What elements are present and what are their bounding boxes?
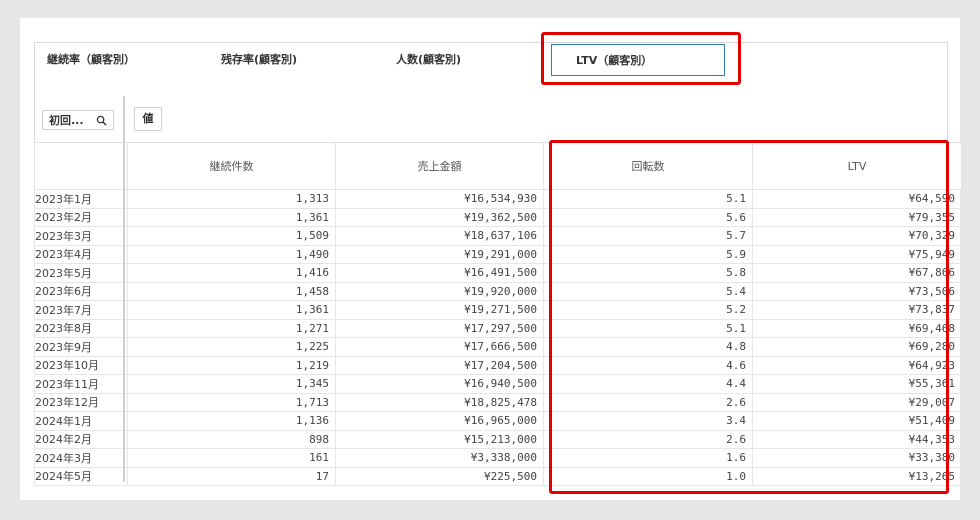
table-cell[interactable]: 1,361	[127, 207, 336, 227]
sheet-tabs: 継続率（顧客別） 残存率(顧客別) 人数(顧客別) LTV（顧客別）	[34, 42, 948, 79]
row-label[interactable]: 2024年1月	[34, 411, 128, 431]
table-cell[interactable]: ¥19,362,500	[335, 207, 544, 227]
table-cell[interactable]: ¥17,204,500	[335, 355, 544, 375]
search-label: 初回...	[49, 114, 84, 127]
row-label[interactable]: 2023年1月	[34, 189, 128, 209]
table-cell[interactable]: ¥18,825,478	[335, 392, 544, 412]
tab-survival-rate[interactable]: 残存率(顧客別)	[221, 43, 297, 79]
pivot-panel: 継続率（顧客別） 残存率(顧客別) 人数(顧客別) LTV（顧客別） 初回...…	[20, 18, 962, 500]
row-label[interactable]: 2024年3月	[34, 448, 128, 468]
tab-customer-count[interactable]: 人数(顧客別)	[396, 43, 461, 79]
table-cell[interactable]: 1,313	[127, 189, 336, 209]
row-label[interactable]: 2023年3月	[34, 226, 128, 246]
table-cell[interactable]: ¥3,338,000	[335, 448, 544, 468]
row-label[interactable]: 2023年12月	[34, 392, 128, 412]
row-label[interactable]: 2023年4月	[34, 244, 128, 264]
row-label[interactable]: 2023年2月	[34, 207, 128, 227]
table-cell[interactable]: ¥18,637,106	[335, 226, 544, 246]
row-label[interactable]: 2023年5月	[34, 263, 128, 283]
table-cell[interactable]: ¥16,491,500	[335, 263, 544, 283]
table-cell[interactable]: 1,713	[127, 392, 336, 412]
column-header[interactable]: 継続件数	[127, 142, 336, 190]
table-cell[interactable]: ¥19,920,000	[335, 281, 544, 301]
search-icon	[96, 115, 107, 126]
value-field-chip[interactable]: 値	[134, 107, 162, 131]
table-cell[interactable]: ¥17,297,500	[335, 318, 544, 338]
table-cell[interactable]: ¥16,534,930	[335, 189, 544, 209]
row-label[interactable]: 2024年5月	[34, 466, 128, 486]
row-label[interactable]: 2023年8月	[34, 318, 128, 338]
table-cell[interactable]: 1,361	[127, 300, 336, 320]
table-cell[interactable]: 17	[127, 466, 336, 486]
table-cell[interactable]: 1,416	[127, 263, 336, 283]
table-cell[interactable]: 1,490	[127, 244, 336, 264]
tab-retention-rate[interactable]: 継続率（顧客別）	[47, 43, 135, 79]
table-cell[interactable]: ¥16,940,500	[335, 374, 544, 394]
table-cell[interactable]: 898	[127, 429, 336, 449]
table-cell[interactable]: 161	[127, 448, 336, 468]
table-cell[interactable]: ¥17,666,500	[335, 337, 544, 357]
highlight-turnover-ltv-columns	[549, 140, 949, 494]
row-label[interactable]: 2023年9月	[34, 337, 128, 357]
row-label[interactable]: 2023年7月	[34, 300, 128, 320]
table-cell[interactable]: 1,225	[127, 337, 336, 357]
table-cell[interactable]: 1,219	[127, 355, 336, 375]
row-label[interactable]: 2023年11月	[34, 374, 128, 394]
row-header-corner	[34, 142, 128, 190]
table-cell[interactable]: 1,345	[127, 374, 336, 394]
row-label[interactable]: 2023年10月	[34, 355, 128, 375]
table-cell[interactable]: ¥19,271,500	[335, 300, 544, 320]
table-cell[interactable]: ¥16,965,000	[335, 411, 544, 431]
table-cell[interactable]: ¥15,213,000	[335, 429, 544, 449]
row-header-divider	[123, 96, 125, 482]
row-label[interactable]: 2023年6月	[34, 281, 128, 301]
table-cell[interactable]: 1,458	[127, 281, 336, 301]
column-header[interactable]: 売上金額	[335, 142, 544, 190]
row-label[interactable]: 2024年2月	[34, 429, 128, 449]
table-cell[interactable]: ¥19,291,000	[335, 244, 544, 264]
table-cell[interactable]: 1,509	[127, 226, 336, 246]
table-cell[interactable]: ¥225,500	[335, 466, 544, 486]
table-cell[interactable]: 1,271	[127, 318, 336, 338]
table-cell[interactable]: 1,136	[127, 411, 336, 431]
first-purchase-search[interactable]: 初回...	[42, 110, 114, 130]
